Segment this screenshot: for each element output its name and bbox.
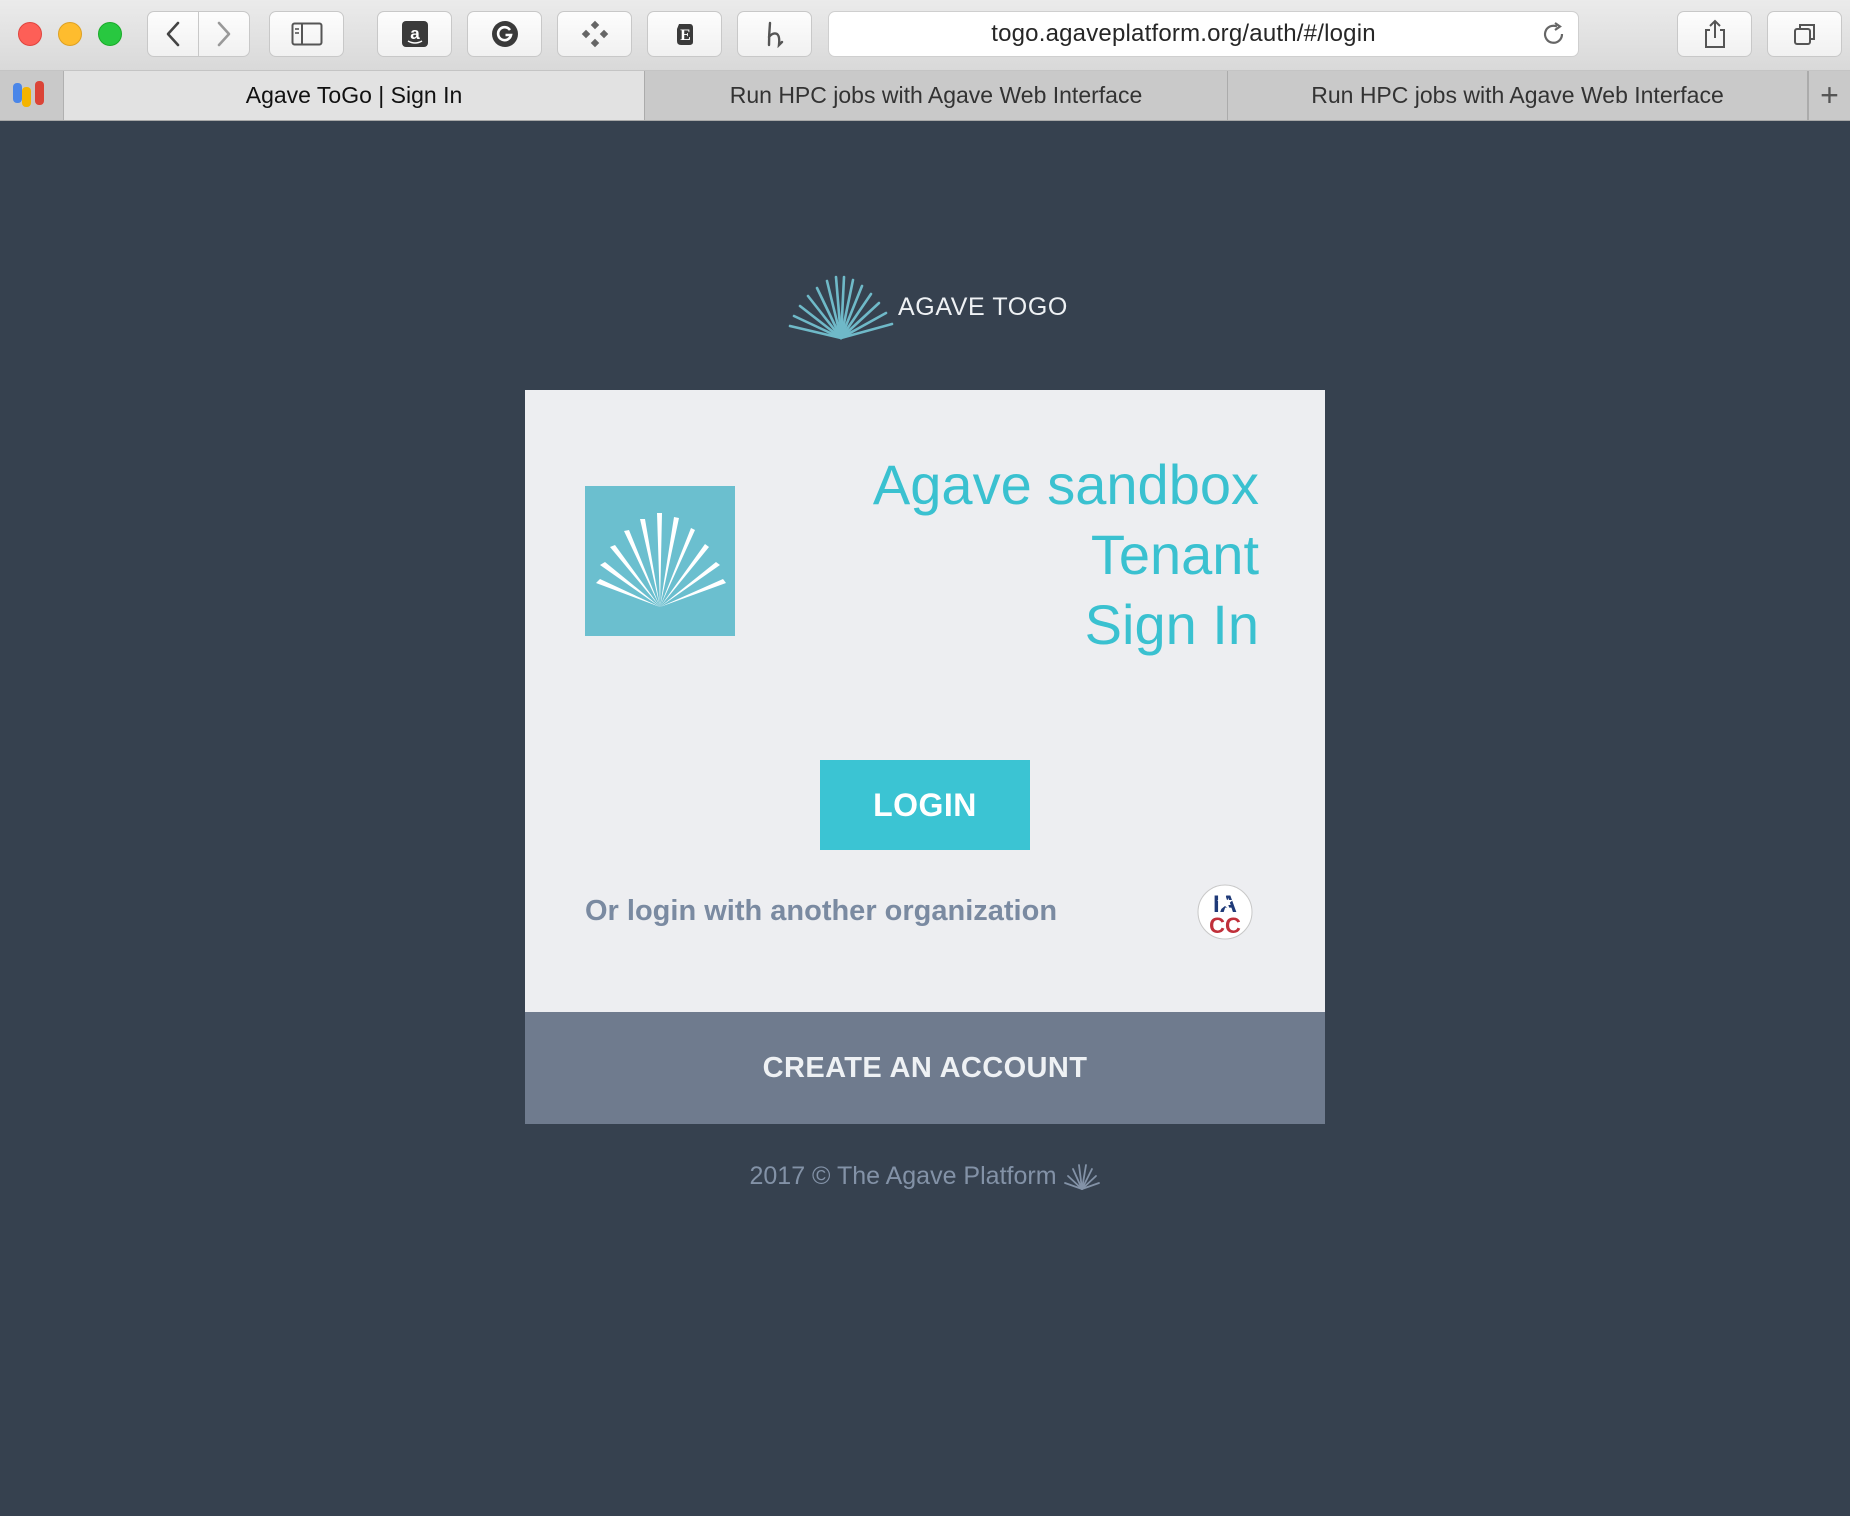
other-org-link[interactable]: Or login with another organization: [585, 895, 1057, 928]
tab-agave-togo-sign-in[interactable]: Agave ToGo | Sign In: [64, 71, 645, 120]
tabs-overview-icon: [1793, 24, 1815, 45]
svg-text:CC: CC: [1209, 913, 1241, 938]
amazon-extension-button[interactable]: a: [377, 11, 452, 57]
minimize-window-button[interactable]: [58, 22, 82, 46]
card-title-line-3: Sign In: [1084, 593, 1259, 656]
browser-toolbar: a E togo.agaveplatform.org/auth/#/login: [0, 0, 1850, 71]
sidebar-button[interactable]: [269, 11, 344, 57]
tab-run-hpc-jobs-1[interactable]: Run HPC jobs with Agave Web Interface: [645, 71, 1228, 120]
new-tab-button[interactable]: +: [1808, 71, 1850, 120]
organization-logo-icon[interactable]: IA CC: [1197, 884, 1253, 940]
tabs-overview-button[interactable]: [1767, 11, 1842, 57]
login-button[interactable]: LOGIN: [820, 760, 1030, 850]
sign-in-card: Agave sandbox Tenant Sign In LOGIN Or lo…: [525, 390, 1325, 1012]
tab-bar: Agave ToGo | Sign In Run HPC jobs with A…: [0, 71, 1850, 121]
footer: 2017 © The Agave Platform: [0, 1162, 1850, 1191]
reload-icon[interactable]: [1540, 21, 1568, 49]
card-title-line-1: Agave sandbox: [872, 453, 1259, 516]
sidebar-icon: [291, 22, 322, 46]
forward-button[interactable]: [198, 11, 250, 57]
agave-small-icon: [1063, 1163, 1100, 1190]
forward-icon: [217, 21, 231, 47]
close-window-button[interactable]: [18, 22, 42, 46]
evernote-icon: E: [676, 24, 693, 45]
svg-text:a: a: [410, 24, 420, 43]
address-bar[interactable]: togo.agaveplatform.org/auth/#/login: [828, 11, 1579, 57]
grammarly-icon: [491, 21, 518, 47]
agave-plant-icon: [596, 513, 726, 607]
maximize-window-button[interactable]: [98, 22, 122, 46]
brand-text: AGAVE TOGO: [898, 292, 1068, 321]
extension-icon: [581, 20, 608, 48]
google-apps-icon: [13, 81, 44, 107]
brand-header[interactable]: AGAVE TOGO: [788, 274, 1068, 340]
extension-button[interactable]: [557, 11, 632, 57]
honey-icon: [767, 21, 783, 48]
grammarly-extension-button[interactable]: [467, 11, 542, 57]
svg-text:E: E: [680, 27, 691, 44]
honey-extension-button[interactable]: [737, 11, 812, 57]
agave-leaf-icon: [788, 275, 894, 340]
footer-text: 2017 © The Agave Platform: [749, 1162, 1057, 1190]
back-button[interactable]: [147, 11, 199, 57]
card-title: Agave sandbox Tenant Sign In: [739, 450, 1259, 660]
evernote-extension-button[interactable]: E: [647, 11, 722, 57]
card-title-line-2: Tenant: [1090, 523, 1259, 586]
pinned-favicon[interactable]: [0, 71, 64, 120]
amazon-icon: a: [401, 21, 428, 47]
share-button[interactable]: [1677, 11, 1752, 57]
create-account-button[interactable]: CREATE AN ACCOUNT: [525, 1012, 1325, 1124]
back-icon: [166, 21, 180, 47]
share-icon: [1704, 19, 1725, 48]
url-text[interactable]: togo.agaveplatform.org/auth/#/login: [829, 12, 1538, 56]
tab-run-hpc-jobs-2[interactable]: Run HPC jobs with Agave Web Interface: [1228, 71, 1808, 120]
tenant-logo: [585, 486, 735, 636]
